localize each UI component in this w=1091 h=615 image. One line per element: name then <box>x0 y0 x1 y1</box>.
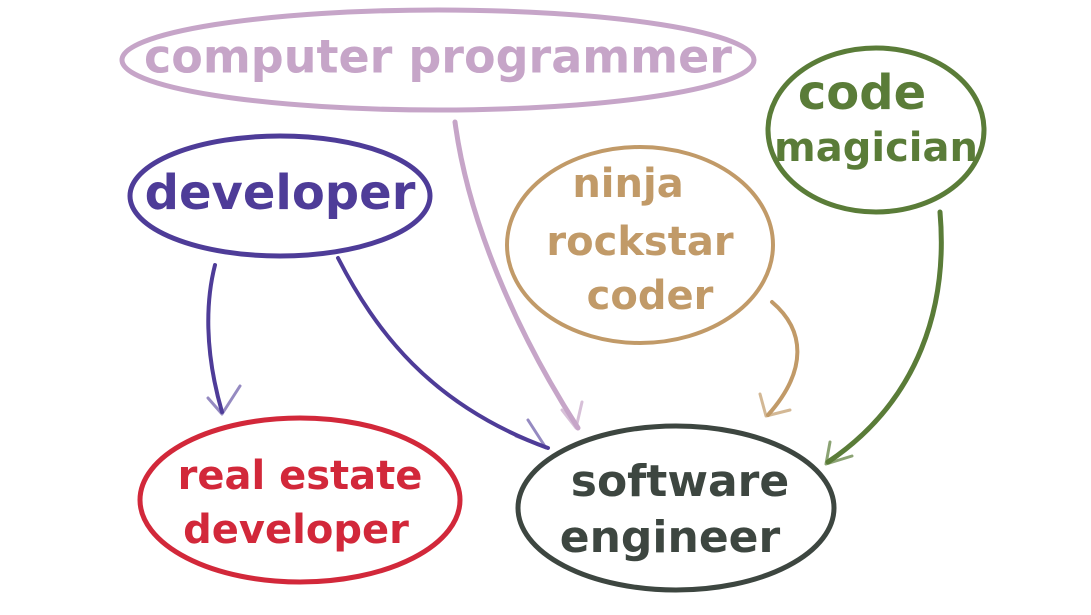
edge-line <box>336 256 550 450</box>
node-code-magician: code magician <box>765 45 987 215</box>
node-label-line-1: real estate <box>178 453 423 499</box>
edge-line <box>825 209 944 465</box>
node-software-engineer: software engineer <box>515 423 837 593</box>
edge-developer-to-real-estate-developer <box>206 263 242 416</box>
node-label-line-2: rockstar <box>546 219 733 265</box>
node-real-estate-developer: real estate developer <box>137 415 463 585</box>
edge-ninja-to-software-engineer <box>758 300 800 418</box>
diagram-canvas: computer programmer developer ninja rock… <box>119 7 987 593</box>
node-label-line-2: engineer <box>560 512 781 563</box>
node-label-line-2: developer <box>183 507 409 553</box>
arrowhead-icon <box>206 384 242 416</box>
edge-magician-to-software-engineer <box>824 209 944 466</box>
node-computer-programmer: computer programmer <box>119 7 757 113</box>
edge-developer-to-software-engineer <box>336 256 550 450</box>
edge-line <box>206 263 224 414</box>
node-developer: developer <box>127 133 433 259</box>
node-label: developer <box>145 165 416 221</box>
node-outline <box>137 415 463 585</box>
node-ninja-rockstar-coder: ninja rockstar coder <box>505 145 775 345</box>
node-label-line-1: ninja <box>572 161 683 207</box>
node-label-line-3: coder <box>587 273 714 319</box>
node-outline <box>515 423 837 593</box>
node-label-line-2: magician <box>774 125 978 171</box>
node-label: computer programmer <box>144 30 732 84</box>
node-label-line-1: code <box>798 65 926 121</box>
edge-computer-programmer-to-software-engineer <box>452 119 584 431</box>
node-label-line-1: software <box>571 456 789 507</box>
edge-line <box>766 300 800 417</box>
